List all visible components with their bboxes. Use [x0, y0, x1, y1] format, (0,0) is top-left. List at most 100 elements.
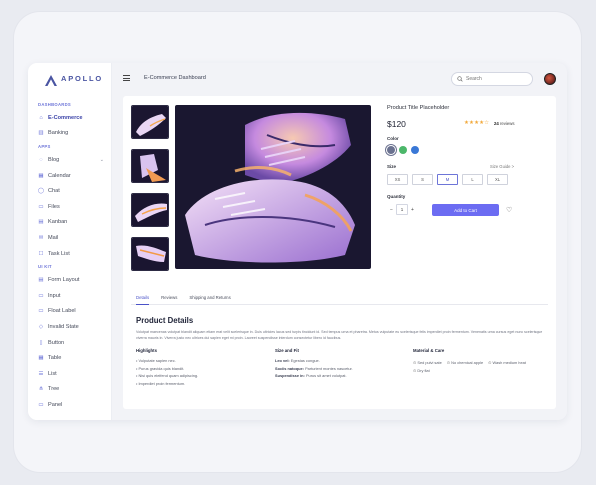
- highlight-item: • Imperdiet proin fermentum.: [136, 380, 186, 386]
- chat-icon: ◯: [37, 188, 45, 195]
- sidebar-item-label: Blog: [48, 156, 60, 163]
- sidebar-item-float-label[interactable]: ▭ Float Label: [38, 304, 110, 320]
- sidebar-item-label: Kanban: [48, 219, 68, 226]
- sidebar-item-label: Files: [48, 203, 60, 210]
- thumbnail-1[interactable]: [131, 105, 169, 139]
- highlights-section: Highlights • Vulputate sapien nec. • Puru…: [136, 348, 266, 388]
- sidebar-item-panel[interactable]: ▭ Panel: [38, 397, 110, 413]
- sidebar-item-label: Float Label: [48, 308, 76, 315]
- sidebar-item-form-layout[interactable]: ▤ Form Layout: [38, 272, 110, 288]
- color-swatch[interactable]: [399, 146, 407, 154]
- size-fit-value: Parturient montes nascetur.: [305, 365, 353, 371]
- menu-toggle-icon[interactable]: [123, 75, 130, 82]
- material-care-item: Dry flat: [413, 368, 429, 373]
- reviews-label: reviews: [499, 121, 515, 126]
- wishlist-heart-icon[interactable]: ♡: [506, 206, 512, 214]
- sidebar-item-label: Form Layout: [48, 277, 80, 284]
- material-care-title: Material & Care: [413, 348, 445, 353]
- size-fit-key: Leo vel:: [275, 358, 290, 363]
- size-option[interactable]: XL: [487, 174, 508, 185]
- sidebar-item-label: Button: [48, 339, 65, 346]
- tab-reviews[interactable]: Reviews: [161, 295, 177, 305]
- sidebar-item-label: Task List: [48, 250, 70, 257]
- page-title: E-Commerce Dashboard: [144, 75, 206, 81]
- folder-icon: ▭: [38, 203, 44, 210]
- tab-details[interactable]: Details: [136, 295, 150, 305]
- thumbnail-3[interactable]: [131, 193, 169, 227]
- size-option[interactable]: S: [412, 174, 433, 185]
- thumbnail-2[interactable]: [131, 149, 169, 183]
- thumbnail-4[interactable]: [131, 237, 169, 271]
- size-label: Size: [387, 164, 397, 169]
- sidebar-section-title: UI KIT: [38, 264, 52, 270]
- quantity-value[interactable]: 1: [396, 204, 408, 215]
- sidebar-item-mail[interactable]: ✉ Mail: [38, 230, 110, 246]
- search-box[interactable]: [451, 72, 533, 86]
- sidebar-item-task-list[interactable]: ☐ Task List: [38, 246, 110, 262]
- product-title: Product Title Placeholder: [387, 105, 450, 111]
- chevron-down-icon[interactable]: ⌄: [100, 157, 104, 163]
- size-option[interactable]: M: [437, 174, 458, 185]
- details-title: Product Details: [136, 316, 194, 325]
- sidebar-item-list[interactable]: ☰ List: [38, 366, 110, 382]
- brand-logo[interactable]: APOLLO: [45, 73, 103, 86]
- product-main-image[interactable]: [175, 105, 371, 269]
- sidebar-section-title: DASHBOARDS: [38, 102, 72, 107]
- size-options: XS S M L XL: [387, 174, 508, 185]
- kanban-icon: ▤: [38, 219, 44, 226]
- size-fit-row: Sociis natoque: Parturient montes nascet…: [275, 366, 405, 374]
- highlight-item: • Nisi quis eleifend quam adipiscing.: [136, 373, 199, 378]
- rating-stars: ★★★★☆: [464, 120, 490, 126]
- float-label-icon: ▭: [38, 308, 44, 315]
- sidebar-item-label: E-Commerce: [48, 114, 83, 121]
- details-description: Volutpat maecenas volutpat blandit aliqu…: [136, 330, 543, 340]
- sidebar-item-tree[interactable]: ⋔ Tree: [38, 382, 110, 398]
- size-fit-row: Suspendisse in: Purus sit amet volutpat.: [275, 373, 405, 381]
- size-option[interactable]: L: [462, 174, 483, 185]
- tree-icon: ⋔: [38, 386, 44, 393]
- color-swatch[interactable]: [387, 146, 395, 154]
- chat-bubble-icon: ◌: [39, 156, 43, 163]
- size-fit-section: Size and Fit Leo vel: Egestas congue. Soc…: [275, 348, 405, 381]
- size-guide-link[interactable]: Size Guide >: [490, 164, 514, 169]
- search-icon: [457, 76, 463, 82]
- size-option[interactable]: XS: [387, 174, 408, 185]
- size-fit-key: Sociis natoque:: [275, 365, 304, 371]
- search-input[interactable]: [466, 76, 526, 82]
- sidebar-item-kanban[interactable]: ▤ Kanban: [38, 215, 110, 231]
- sidebar-item-blog[interactable]: ◌ Blog ⌄: [38, 152, 110, 168]
- topbar: E-Commerce Dashboard: [112, 63, 567, 96]
- material-care-item: No chemical apple: [447, 360, 483, 365]
- sidebar-item-e-commerce[interactable]: ⌂ E-Commerce: [38, 110, 110, 126]
- sidebar-item-label: Table: [48, 355, 62, 362]
- quantity-label: Quantity: [387, 194, 406, 199]
- sidebar-item-label: Input: [48, 292, 61, 299]
- quantity-decrease-button[interactable]: −: [387, 204, 396, 215]
- sidebar-item-banking[interactable]: ▥ Banking: [38, 126, 110, 142]
- sidebar-section-title: APPS: [38, 144, 51, 150]
- sidebar-item-table[interactable]: ▦ Table: [38, 350, 110, 366]
- sidebar-item-button[interactable]: ▯ Button: [38, 335, 110, 351]
- reviews-count[interactable]: 24 reviews: [494, 121, 515, 126]
- sidebar-item-calendar[interactable]: ▦ Calendar: [38, 168, 110, 184]
- apollo-logo-icon: [45, 73, 57, 86]
- sidebar: APOLLO DASHBOARDS ⌂ E-Commerce ▥ Banking APPS…: [28, 63, 112, 420]
- sidebar-item-input[interactable]: ▭ Input: [38, 288, 110, 304]
- product-card: Product Title Placeholder $120 ★★★★☆ 24 …: [123, 96, 556, 409]
- sidebar-item-invalid-state[interactable]: ◇ Invalid State: [38, 319, 110, 335]
- add-to-cart-button[interactable]: Add to Cart: [432, 204, 499, 216]
- size-fit-key: Suspendisse in:: [275, 373, 305, 378]
- tab-shipping-and-returns[interactable]: Shipping and Returns: [189, 295, 230, 305]
- highlight-item: • Vulputate sapien nec.: [136, 358, 176, 363]
- product-price: $120: [387, 119, 406, 129]
- highlight-item: • Purus gravida quis blandit.: [136, 365, 185, 371]
- details-tabs: Details Reviews Shipping and Returns: [131, 295, 548, 305]
- avatar[interactable]: [544, 73, 556, 85]
- size-fit-value: Purus sit amet volutpat.: [305, 373, 347, 378]
- panel-icon: ▭: [38, 401, 44, 408]
- color-options: [387, 146, 419, 154]
- quantity-increase-button[interactable]: +: [408, 204, 417, 215]
- sidebar-item-files[interactable]: ▭ Files: [38, 199, 110, 215]
- sidebar-item-chat[interactable]: ◯ Chat: [38, 183, 110, 199]
- color-swatch[interactable]: [411, 146, 419, 154]
